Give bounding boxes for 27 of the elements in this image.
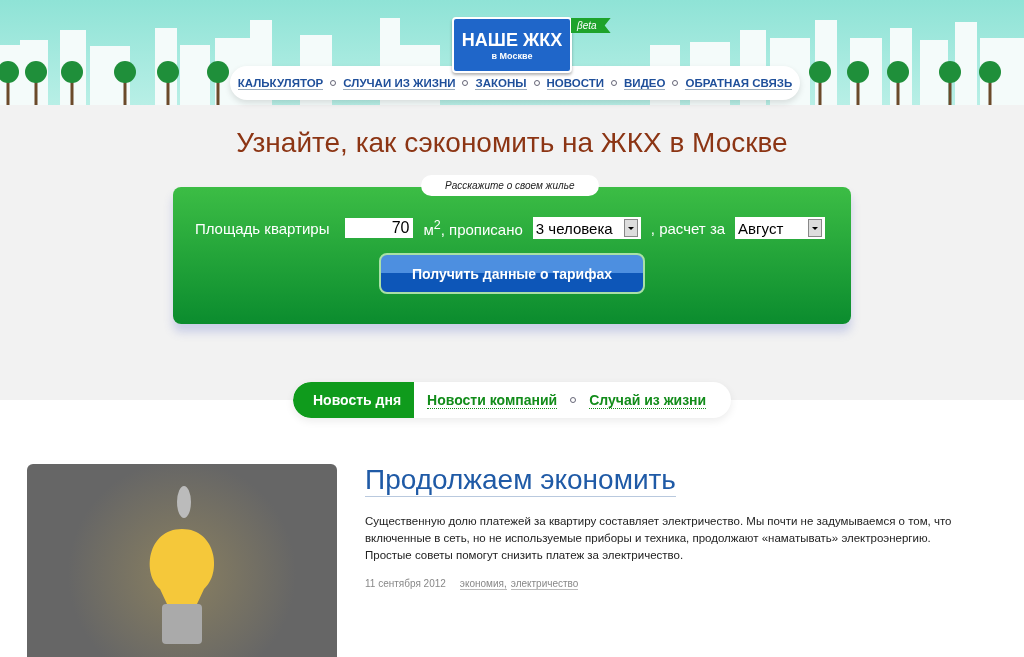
month-select[interactable]: Август [735, 217, 826, 239]
tag-link[interactable]: экономия, [459, 578, 507, 590]
news-tab[interactable]: Новости компаний [414, 382, 571, 418]
logo-subtitle: в Москве [491, 51, 533, 61]
nav-link[interactable]: СЛУЧАИ ИЗ ЖИЗНИ [343, 76, 456, 90]
nav-link[interactable]: НОВОСТИ [546, 76, 605, 90]
nav-link[interactable]: ЗАКОНЫ [475, 76, 527, 90]
card-caption: Расскажите о своем жилье [421, 175, 599, 196]
tag-link[interactable]: электричество [510, 578, 579, 590]
beta-flag: βeta [571, 18, 611, 33]
article-text: Существенную долю платежей за квартиру составляет электричество. Мы почти не задумываемся о том, что включенные в сеть, но не используемые приборы и техника, продолжают «наматывать» электроэнергию. Простые советы помогут снизить платеж за электричество. [365, 514, 953, 563]
article-title[interactable]: Продолжаем экономить [365, 464, 676, 497]
submit-button[interactable]: Получить данные о тарифах [379, 253, 645, 294]
period-label: , расчет за [650, 219, 726, 237]
nav-link[interactable]: ОБРАТНАЯ СВЯЗЬ [685, 76, 793, 90]
page-headline: Узнайте, как сэкономить на ЖКХ в Москве [236, 127, 788, 159]
people-select[interactable]: 3 человека [532, 217, 641, 239]
nav-link[interactable]: КАЛЬКУЛЯТОР [237, 76, 324, 90]
area-input[interactable]: 70 [345, 218, 414, 238]
article-date: 11 сентября 2012 [365, 578, 446, 589]
site-logo[interactable]: НАШЕ ЖКХ в Москве [452, 17, 572, 73]
logo-title: НАШЕ ЖКХ [461, 29, 563, 51]
news-tab[interactable]: Новость дня [293, 382, 415, 418]
area-label: Площадь квартиры [194, 219, 330, 237]
nav-link[interactable]: ВИДЕО [624, 76, 666, 90]
unit-label: м$^{2}$, прописано [423, 218, 523, 238]
news-tab[interactable]: Случай из жизни [576, 382, 720, 418]
